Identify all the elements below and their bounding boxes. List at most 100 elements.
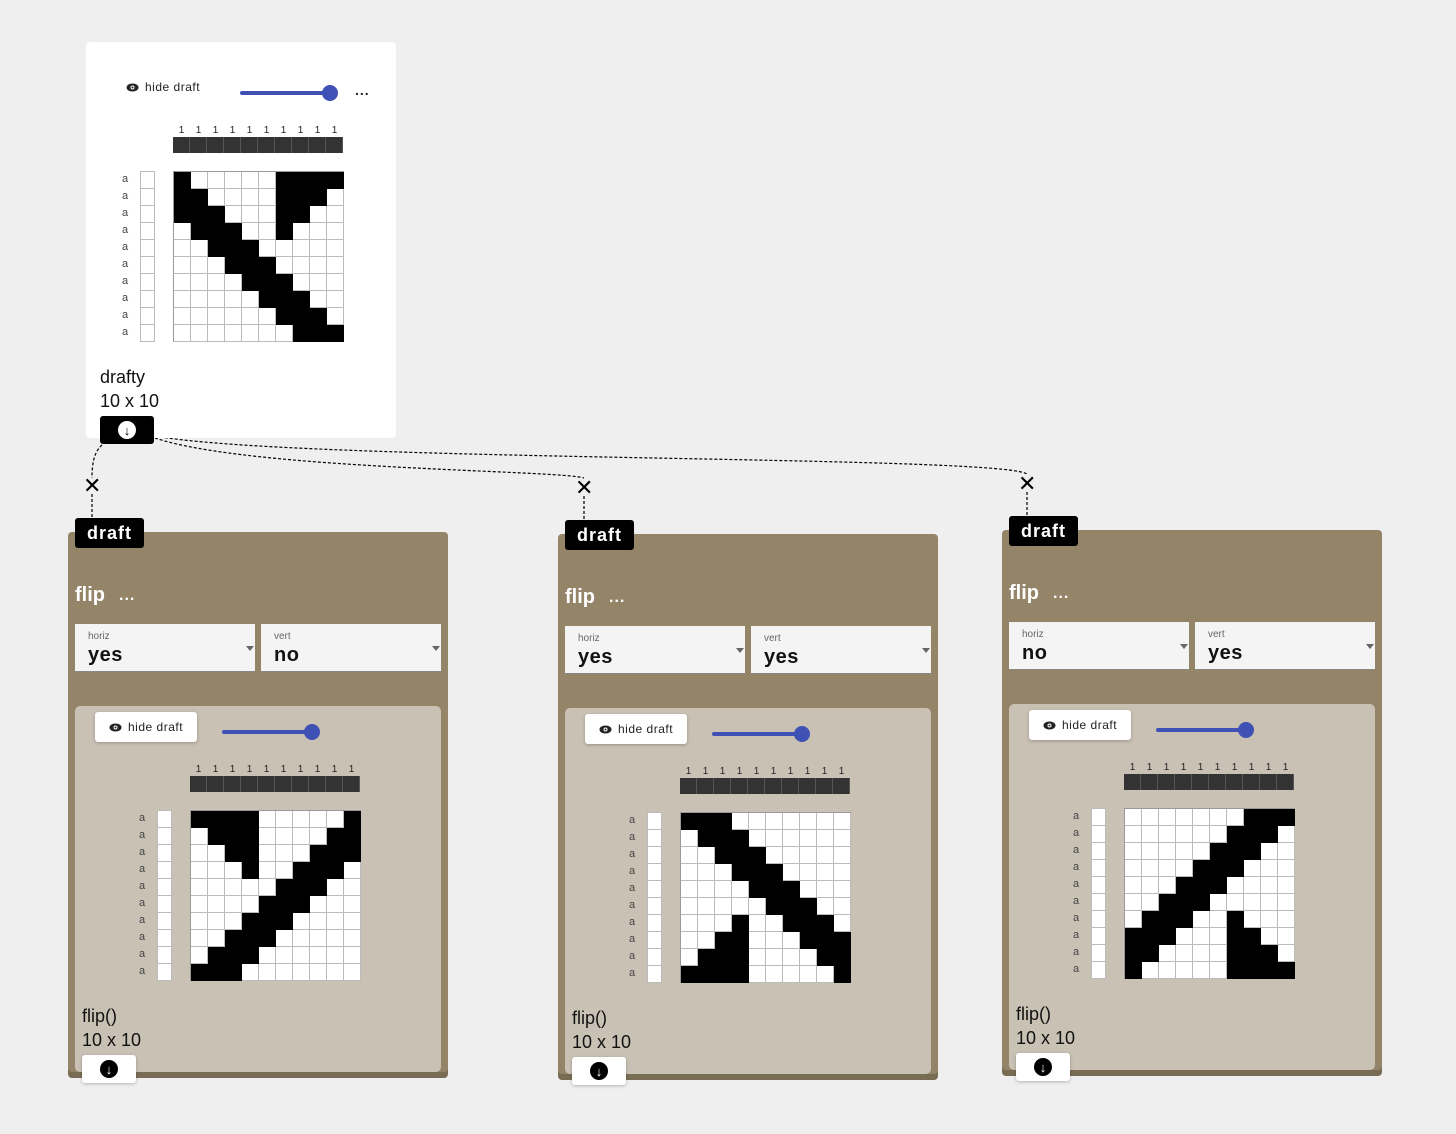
grid-cell-filled[interactable] [191, 964, 208, 981]
grid-cell-empty[interactable] [1193, 928, 1210, 945]
grid-cell-empty[interactable] [817, 881, 834, 898]
grid-cell-empty[interactable] [1227, 877, 1244, 894]
grid-cell-filled[interactable] [208, 811, 225, 828]
grid-cell-empty[interactable] [310, 947, 327, 964]
grid-cell-filled[interactable] [276, 896, 293, 913]
grid-cell-filled[interactable] [1261, 809, 1278, 826]
grid-cell-empty[interactable] [1210, 928, 1227, 945]
grid-cell-empty[interactable] [174, 223, 191, 240]
weft-cell[interactable] [140, 188, 155, 206]
grid-cell-empty[interactable] [749, 813, 766, 830]
draft-name[interactable]: flip() [1016, 1002, 1051, 1026]
grid-cell-empty[interactable] [174, 308, 191, 325]
grid-cell-empty[interactable] [208, 189, 225, 206]
grid-cell-filled[interactable] [698, 949, 715, 966]
grid-cell-empty[interactable] [174, 257, 191, 274]
grid-cell-filled[interactable] [1193, 877, 1210, 894]
grid-cell-empty[interactable] [327, 257, 344, 274]
grid-cell-filled[interactable] [1227, 860, 1244, 877]
weft-cell[interactable] [647, 965, 662, 983]
remove-connection-icon[interactable]: ✕ [1018, 473, 1036, 495]
grid-cell-empty[interactable] [1125, 894, 1142, 911]
grid-cell-empty[interactable] [800, 881, 817, 898]
weft-cell[interactable] [140, 171, 155, 189]
grid-cell-filled[interactable] [715, 813, 732, 830]
grid-cell-empty[interactable] [242, 964, 259, 981]
grid-cell-filled[interactable] [1193, 860, 1210, 877]
grid-cell-empty[interactable] [225, 913, 242, 930]
grid-cell-empty[interactable] [834, 864, 851, 881]
warp-cell[interactable] [833, 778, 850, 794]
grid-cell-empty[interactable] [732, 813, 749, 830]
grid-cell-empty[interactable] [259, 947, 276, 964]
weft-cell[interactable] [140, 256, 155, 274]
grid-cell-empty[interactable] [242, 308, 259, 325]
grid-cell-filled[interactable] [1278, 809, 1295, 826]
grid-cell-empty[interactable] [834, 847, 851, 864]
grid-cell-empty[interactable] [344, 896, 361, 913]
warp-cell[interactable] [173, 137, 190, 153]
grid-cell-empty[interactable] [344, 964, 361, 981]
grid-cell-filled[interactable] [276, 223, 293, 240]
download-button[interactable]: ↓ [1016, 1053, 1070, 1081]
grid-cell-filled[interactable] [732, 830, 749, 847]
grid-cell-filled[interactable] [1244, 962, 1261, 979]
grid-cell-empty[interactable] [293, 240, 310, 257]
zoom-slider[interactable] [240, 85, 338, 101]
grid-cell-empty[interactable] [1193, 843, 1210, 860]
grid-cell-empty[interactable] [698, 932, 715, 949]
grid-cell-empty[interactable] [310, 811, 327, 828]
grid-cell-empty[interactable] [800, 949, 817, 966]
weft-cell[interactable] [647, 880, 662, 898]
grid-cell-filled[interactable] [715, 830, 732, 847]
grid-cell-filled[interactable] [191, 206, 208, 223]
grid-cell-filled[interactable] [293, 308, 310, 325]
grid-cell-empty[interactable] [783, 864, 800, 881]
grid-cell-filled[interactable] [276, 308, 293, 325]
grid-cell-filled[interactable] [800, 898, 817, 915]
grid-cell-filled[interactable] [242, 811, 259, 828]
grid-cell-filled[interactable] [225, 257, 242, 274]
warp-cell[interactable] [343, 776, 360, 792]
grid-cell-empty[interactable] [242, 172, 259, 189]
grid-cell-filled[interactable] [1227, 826, 1244, 843]
weft-cell[interactable] [647, 812, 662, 830]
grid-cell-empty[interactable] [191, 879, 208, 896]
grid-cell-empty[interactable] [766, 915, 783, 932]
grid-cell-empty[interactable] [834, 830, 851, 847]
grid-cell-empty[interactable] [327, 189, 344, 206]
grid-cell-filled[interactable] [732, 864, 749, 881]
grid-cell-empty[interactable] [174, 291, 191, 308]
grid-cell-empty[interactable] [1142, 894, 1159, 911]
warp-cell[interactable] [782, 778, 799, 794]
grid-cell-empty[interactable] [681, 915, 698, 932]
draft-input-tag[interactable]: draft [75, 518, 144, 548]
grid-cell-empty[interactable] [732, 881, 749, 898]
warp-cell[interactable] [309, 137, 326, 153]
hide-draft-button[interactable]: hide draft [585, 714, 688, 744]
grid-cell-filled[interactable] [817, 932, 834, 949]
warp-cell[interactable] [207, 137, 224, 153]
grid-cell-empty[interactable] [1142, 826, 1159, 843]
warp-cell[interactable] [1277, 774, 1294, 790]
grid-cell-empty[interactable] [191, 172, 208, 189]
grid-cell-empty[interactable] [259, 828, 276, 845]
grid-cell-empty[interactable] [293, 223, 310, 240]
grid-cell-empty[interactable] [1193, 945, 1210, 962]
grid-cell-empty[interactable] [1244, 894, 1261, 911]
grid-cell-filled[interactable] [834, 966, 851, 983]
grid-cell-empty[interactable] [800, 966, 817, 983]
grid-cell-empty[interactable] [327, 896, 344, 913]
grid-cell-empty[interactable] [174, 240, 191, 257]
grid-cell-empty[interactable] [293, 964, 310, 981]
warp-cell[interactable] [1141, 774, 1158, 790]
grid-cell-empty[interactable] [191, 896, 208, 913]
warp-cell[interactable] [292, 776, 309, 792]
grid-cell-empty[interactable] [208, 862, 225, 879]
weft-cell[interactable] [157, 861, 172, 879]
grid-cell-filled[interactable] [1125, 928, 1142, 945]
grid-cell-empty[interactable] [1278, 928, 1295, 945]
grid-cell-empty[interactable] [749, 932, 766, 949]
grid-cell-empty[interactable] [191, 913, 208, 930]
weft-cell[interactable] [1091, 927, 1106, 945]
